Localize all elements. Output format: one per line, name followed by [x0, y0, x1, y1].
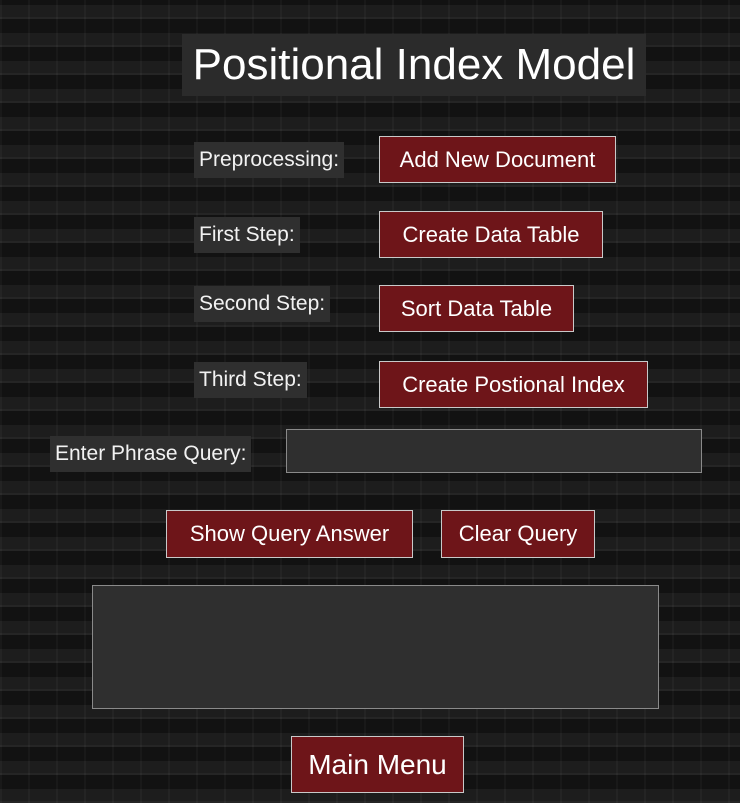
add-new-document-button[interactable]: Add New Document — [379, 136, 616, 183]
create-positional-index-button[interactable]: Create Postional Index — [379, 361, 648, 408]
preprocessing-label: Preprocessing: — [194, 142, 345, 178]
main-menu-button[interactable]: Main Menu — [291, 736, 464, 793]
phrase-query-input[interactable] — [286, 429, 702, 473]
clear-query-button[interactable]: Clear Query — [441, 510, 595, 558]
page-title: Positional Index Model — [182, 34, 646, 96]
first-step-label: First Step: — [194, 217, 300, 253]
phrase-query-label: Enter Phrase Query: — [50, 436, 252, 472]
show-query-answer-button[interactable]: Show Query Answer — [166, 510, 413, 558]
third-step-label: Third Step: — [194, 362, 307, 398]
second-step-label: Second Step: — [194, 286, 331, 322]
sort-data-table-button[interactable]: Sort Data Table — [379, 285, 574, 332]
create-data-table-button[interactable]: Create Data Table — [379, 211, 603, 258]
query-answer-output[interactable] — [92, 585, 659, 709]
